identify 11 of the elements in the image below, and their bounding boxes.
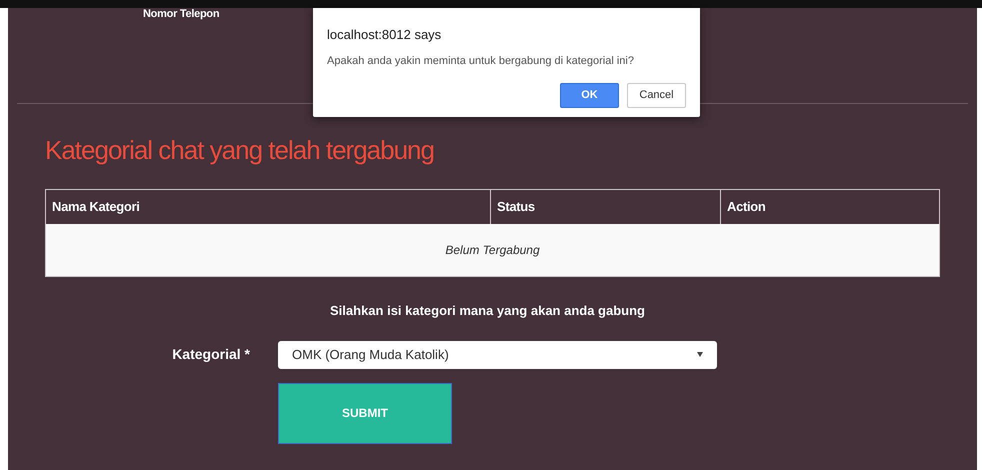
- field-label: Nomor Telepon: [143, 8, 220, 20]
- dialog-button[interactable]: Cancel: [627, 83, 686, 108]
- form-instruction: Silahkan isi kategori mana yang akan anda gabung: [330, 302, 645, 320]
- table-cell: Belum Tergabung: [46, 224, 939, 276]
- dialog-title: localhost:8012 says: [327, 26, 442, 44]
- dialog-message: Apakah anda yakin meminta untuk bergabung di kategorial ini?: [327, 54, 634, 68]
- field-label: Kategorial *: [172, 345, 250, 364]
- section-title: Kategorial chat yang telah tergabung: [45, 134, 434, 167]
- dropdown-caret-icon: [697, 352, 703, 357]
- column-header: Nama Kategori: [51, 198, 141, 216]
- category-select[interactable]: OMK (Orang Muda Katolik): [278, 340, 717, 368]
